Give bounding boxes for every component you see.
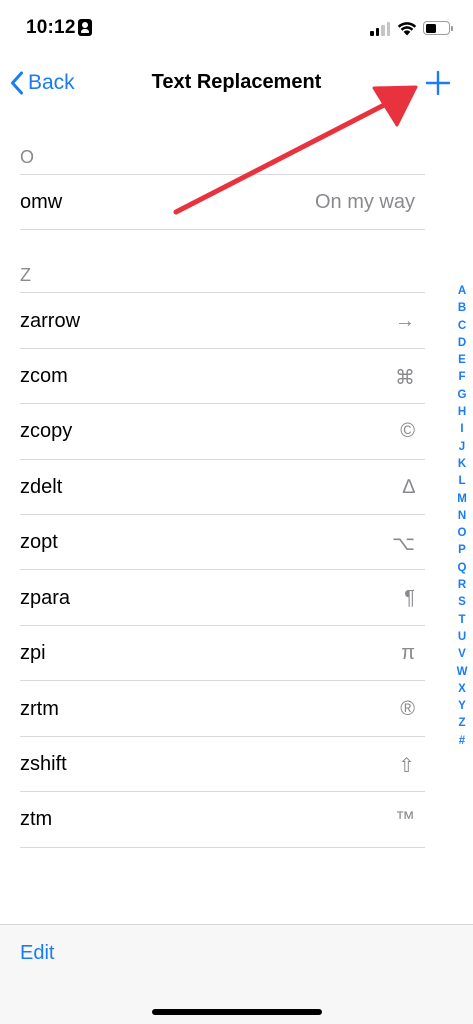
index-letter[interactable]: V [454,646,470,663]
index-letter[interactable]: T [454,612,470,629]
index-letter[interactable]: L [454,473,470,490]
index-letter[interactable]: B [454,300,470,317]
shortcut-label: zcom [20,365,68,387]
index-letter[interactable]: Z [454,715,470,732]
list-item[interactable]: zdelt ∆ [0,460,440,515]
phrase-label: → [395,310,415,332]
index-letter[interactable]: Q [454,560,470,577]
edit-button[interactable]: Edit [20,942,54,965]
battery-icon [423,21,453,35]
index-letter[interactable]: C [454,318,470,335]
shortcut-label: omw [20,191,63,213]
list-item[interactable]: zarrow → [0,294,440,349]
index-letter[interactable]: A [454,283,470,300]
text-replacement-screen: 10:12 Back Text Replacement O omw On my … [0,0,473,1024]
divider [20,847,425,848]
phrase-label: ⇧ [398,755,415,777]
shortcut-label: zcopy [20,420,73,442]
divider [20,292,425,293]
index-letter[interactable]: X [454,681,470,698]
index-letter[interactable]: Y [454,698,470,715]
list-item[interactable]: zshift ⇧ [0,737,440,792]
section-header-z: Z [20,265,31,285]
list-item[interactable]: zopt ⌥ [0,515,440,570]
add-button[interactable] [425,70,451,96]
divider [20,680,425,681]
phrase-label: π [401,642,415,664]
phrase-label: ⌘ [395,367,415,389]
index-letter[interactable]: E [454,352,470,369]
index-letter[interactable]: # [454,733,470,750]
shortcut-label: zdelt [20,476,63,498]
list-item[interactable]: zpi π [0,626,440,681]
index-letter[interactable]: W [454,664,470,681]
phrase-label: ® [400,698,415,720]
divider [20,569,425,570]
index-letter[interactable]: S [454,594,470,611]
phrase-label: On my way [314,191,415,213]
index-letter[interactable]: G [454,387,470,404]
list-item[interactable]: zpara ¶ [0,571,440,626]
id-card-icon [78,19,92,36]
shortcut-label: zpi [20,642,46,664]
index-letter[interactable]: U [454,629,470,646]
section-header-o: O [20,147,35,167]
index-letter[interactable]: I [454,421,470,438]
section-index[interactable]: A B C D E F G H I J K L M N O P Q R S T … [454,283,470,750]
phrase-label: ™ [395,808,415,830]
home-indicator[interactable] [152,1009,322,1015]
status-bar: 10:12 [0,0,473,56]
plus-icon [425,70,451,96]
list-item[interactable]: ztm ™ [0,792,440,847]
phrase-label: ⌥ [391,533,415,555]
phrase-label: ∆ [402,476,415,498]
shortcut-label: zshift [20,753,67,775]
index-letter[interactable]: K [454,456,470,473]
list-item[interactable]: omw On my way [0,175,440,230]
list-item[interactable]: zcopy © [0,404,440,459]
shortcut-label: zpara [20,587,71,609]
phrase-label: © [400,420,415,442]
index-letter[interactable]: P [454,542,470,559]
index-letter[interactable]: R [454,577,470,594]
navigation-bar: Back Text Replacement [0,56,473,112]
cellular-signal-icon [370,22,390,36]
index-letter[interactable]: M [454,491,470,508]
wifi-icon [397,22,417,36]
index-letter[interactable]: D [454,335,470,352]
index-letter[interactable]: F [454,369,470,386]
phrase-label: ¶ [404,587,415,609]
index-letter[interactable]: N [454,508,470,525]
index-letter[interactable]: J [454,439,470,456]
page-title: Text Replacement [151,71,322,93]
list-item[interactable]: zrtm ® [0,682,440,737]
index-letter[interactable]: H [454,404,470,421]
shortcut-label: zopt [20,531,58,553]
shortcut-label: ztm [20,808,53,830]
shortcut-label: zrtm [20,698,59,720]
list-item[interactable]: zcom ⌘ [0,349,440,404]
bottom-toolbar: Edit [0,924,473,1024]
divider [20,229,425,230]
shortcut-label: zarrow [20,310,81,332]
status-time: 10:12 [26,17,76,38]
index-letter[interactable]: O [454,525,470,542]
